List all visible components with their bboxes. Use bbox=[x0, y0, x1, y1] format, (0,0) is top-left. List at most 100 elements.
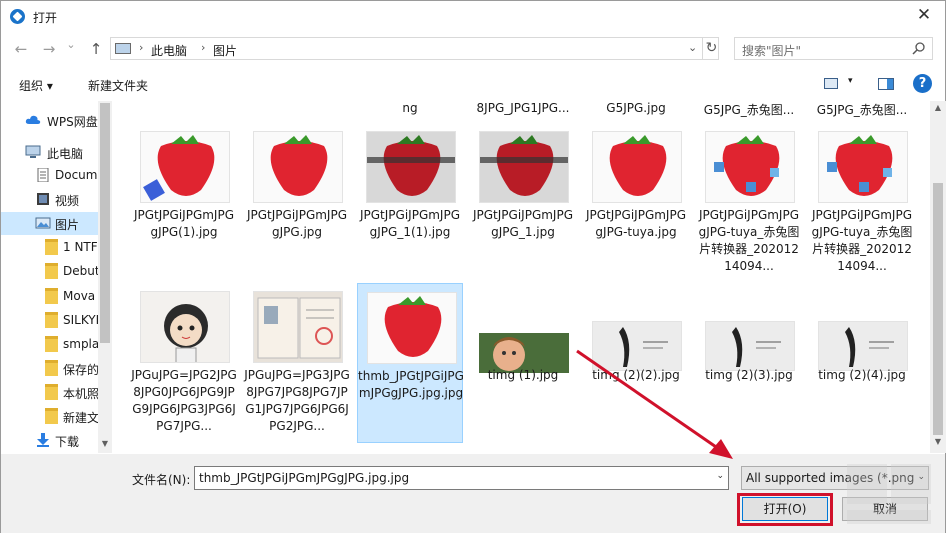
file-list-scrollbar[interactable]: ▲ ▼ bbox=[930, 101, 946, 453]
file-name-partial[interactable]: G5JPG_赤兔图... bbox=[696, 101, 802, 118]
sidebar-item-label: WPS网盘 bbox=[47, 115, 98, 129]
scroll-down-icon[interactable]: ▼ bbox=[930, 437, 946, 451]
sidebar-item-folder[interactable]: Mova bbox=[1, 285, 98, 308]
folder-icon bbox=[45, 408, 58, 424]
folder-icon bbox=[45, 336, 58, 352]
sidebar-item-pictures[interactable]: 图片 bbox=[1, 212, 98, 235]
file-list-scroll-thumb[interactable] bbox=[933, 183, 943, 435]
sidebar-item-label: Mova bbox=[63, 289, 96, 303]
scroll-down-icon[interactable]: ▼ bbox=[98, 439, 112, 453]
breadcrumb-separator-icon[interactable]: › bbox=[201, 41, 205, 54]
download-icon bbox=[37, 433, 49, 447]
strawberry-doodle-thumbnail bbox=[818, 131, 908, 203]
new-folder-button[interactable]: 新建文件夹 bbox=[88, 77, 148, 94]
breadcrumb-separator-icon[interactable]: › bbox=[139, 41, 143, 54]
file-name: JPGtJPGiJPGmJPGgJPG(1).jpg bbox=[133, 208, 235, 239]
file-item[interactable]: JPGtJPGiJPGmJPGgJPG-tuya_赤兔图片转换器_2020121… bbox=[809, 123, 915, 283]
filename-value: thmb_JPGtJPGiJPGmJPGgJPG.jpg.jpg bbox=[199, 471, 410, 485]
sidebar-item-label: 1 NTF bbox=[63, 240, 98, 254]
help-button[interactable]: ? bbox=[913, 74, 932, 93]
toolbar: 组织 ▾ 新建文件夹 ▾ ? bbox=[1, 71, 945, 99]
sidebar-item-label: 新建文 bbox=[63, 411, 98, 425]
file-item[interactable]: JPGtJPGiJPGmJPGgJPG_1(1).jpg bbox=[357, 123, 463, 283]
file-name: JPGtJPGiJPGmJPGgJPG-tuya.jpg bbox=[585, 208, 687, 239]
view-options-icon[interactable] bbox=[824, 78, 838, 89]
sidebar-scroll-thumb[interactable] bbox=[100, 103, 110, 343]
file-name: JPGtJPGiJPGmJPGgJPG-tuya_赤兔图片转换器_2020121… bbox=[811, 208, 913, 273]
search-icon[interactable] bbox=[911, 41, 926, 56]
file-item[interactable]: timg (1).jpg bbox=[470, 283, 576, 443]
strawberry-thumbnail bbox=[367, 292, 457, 364]
sidebar-item-this-pc[interactable]: 此电脑 bbox=[1, 141, 98, 164]
file-name-partial[interactable]: G5JPG_赤兔图... bbox=[809, 101, 915, 118]
folder-icon bbox=[45, 360, 58, 376]
folder-icon bbox=[45, 288, 58, 304]
dark-artwork-thumbnail bbox=[592, 321, 682, 371]
file-name: timg (1).jpg bbox=[487, 368, 559, 382]
sidebar-item-wps-cloud[interactable]: WPS网盘 bbox=[1, 109, 98, 132]
up-button[interactable]: ↑ bbox=[86, 39, 106, 59]
file-item[interactable]: JPGtJPGiJPGmJPGgJPG-tuya.jpg bbox=[583, 123, 689, 283]
window-title: 打开 bbox=[33, 11, 58, 25]
recent-locations-button[interactable]: ⌄ bbox=[61, 35, 81, 55]
file-name: JPGuJPG=JPG2JPG8JPG0JPG6JPG9JPG9JPG6JPG3… bbox=[131, 368, 237, 433]
file-item[interactable]: timg (2)(4).jpg bbox=[809, 283, 915, 443]
preview-pane-icon[interactable] bbox=[878, 78, 894, 90]
file-item[interactable]: JPGuJPG=JPG2JPG8JPG0JPG6JPG9JPG9JPG6JPG3… bbox=[131, 283, 237, 443]
file-name: JPGtJPGiJPGmJPGgJPG_1.jpg bbox=[472, 208, 574, 239]
back-button[interactable]: ← bbox=[11, 39, 31, 59]
strawberry-thumbnail bbox=[592, 131, 682, 203]
navigation-bar: ← → ⌄ ↑ › 此电脑 › 图片 ⌄ ↻ 搜索"图片" bbox=[1, 37, 945, 61]
dark-artwork-thumbnail bbox=[818, 321, 908, 371]
file-name-partial[interactable]: ng bbox=[357, 101, 463, 115]
address-dropdown-icon[interactable]: ⌄ bbox=[688, 41, 697, 54]
forward-button[interactable]: → bbox=[39, 39, 59, 59]
sidebar-item-videos[interactable]: 视频 bbox=[1, 188, 98, 211]
sidebar-item-folder[interactable]: smpla bbox=[1, 333, 98, 356]
sidebar-item-folder[interactable]: 本机照 bbox=[1, 381, 98, 404]
file-item[interactable]: JPGtJPGiJPGmJPGgJPG.jpg bbox=[244, 123, 350, 283]
filename-dropdown-icon[interactable]: ⌄ bbox=[716, 471, 724, 481]
file-item-selected[interactable]: thmb_JPGtJPGiJPGmJPGgJPG.jpg.jpg bbox=[357, 283, 464, 443]
folder-icon bbox=[45, 312, 58, 328]
sidebar-item-documents[interactable]: Docum bbox=[1, 164, 98, 187]
breadcrumb-pictures[interactable]: 图片 bbox=[213, 42, 237, 59]
breadcrumb-this-pc[interactable]: 此电脑 bbox=[151, 42, 187, 59]
sidebar-item-folder[interactable]: 新建文 bbox=[1, 405, 98, 428]
sidebar-item-folder[interactable]: SILKYI bbox=[1, 309, 98, 332]
certificate-thumbnail bbox=[253, 291, 343, 363]
folder-icon bbox=[45, 263, 58, 279]
filename-input[interactable]: thmb_JPGtJPGiJPGmJPGgJPG.jpg.jpg ⌄ bbox=[194, 466, 729, 490]
sidebar-item-downloads[interactable]: 下载 bbox=[1, 429, 98, 452]
app-icon bbox=[10, 9, 25, 24]
bottom-panel: 文件名(N): thmb_JPGtJPGiJPGmJPGgJPG.jpg.jpg… bbox=[1, 454, 945, 533]
watermark-logo bbox=[847, 464, 931, 524]
search-input[interactable]: 搜索"图片" bbox=[734, 37, 933, 60]
file-name-partial[interactable]: 8JPG_JPG1JPG... bbox=[470, 101, 576, 115]
file-item[interactable]: timg (2)(3).jpg bbox=[696, 283, 802, 443]
sidebar-item-folder[interactable]: 保存的 bbox=[1, 357, 98, 380]
file-name: timg (2)(4).jpg bbox=[818, 368, 906, 382]
sidebar-item-label: 此电脑 bbox=[47, 147, 84, 161]
file-item[interactable]: timg (2)(2).jpg bbox=[583, 283, 689, 443]
computer-icon bbox=[25, 145, 41, 158]
sidebar-item-folder[interactable]: 1 NTF bbox=[1, 236, 98, 259]
file-name: JPGtJPGiJPGmJPGgJPG-tuya_赤兔图片转换器_2020121… bbox=[698, 208, 800, 273]
scroll-up-icon[interactable]: ▲ bbox=[930, 103, 946, 117]
sidebar-item-folder[interactable]: Debut bbox=[1, 260, 98, 283]
file-item[interactable]: JPGtJPGiJPGmJPGgJPG_1.jpg bbox=[470, 123, 576, 283]
file-item[interactable]: JPGuJPG=JPG3JPG8JPG7JPG8JPG7JPG1JPG7JPG6… bbox=[244, 283, 350, 443]
file-item[interactable]: JPGtJPGiJPGmJPGgJPG-tuya_赤兔图片转换器_2020121… bbox=[696, 123, 802, 283]
folder-icon bbox=[45, 384, 58, 400]
organize-button[interactable]: 组织 ▾ bbox=[19, 77, 53, 94]
close-button[interactable]: ✕ bbox=[909, 4, 939, 28]
address-bar[interactable]: › 此电脑 › 图片 ⌄ ↻ bbox=[110, 37, 719, 60]
sidebar-item-label: 视频 bbox=[55, 194, 80, 208]
file-name-partial[interactable]: G5JPG.jpg bbox=[583, 101, 689, 115]
refresh-button[interactable]: ↻ bbox=[702, 38, 720, 59]
folder-icon bbox=[45, 239, 58, 255]
strawberry-doodle-thumbnail bbox=[705, 131, 795, 203]
view-dropdown-icon[interactable]: ▾ bbox=[848, 76, 853, 86]
sidebar-scrollbar[interactable]: ▼ bbox=[98, 101, 112, 453]
file-item[interactable]: JPGtJPGiJPGmJPGgJPG(1).jpg bbox=[131, 123, 237, 283]
